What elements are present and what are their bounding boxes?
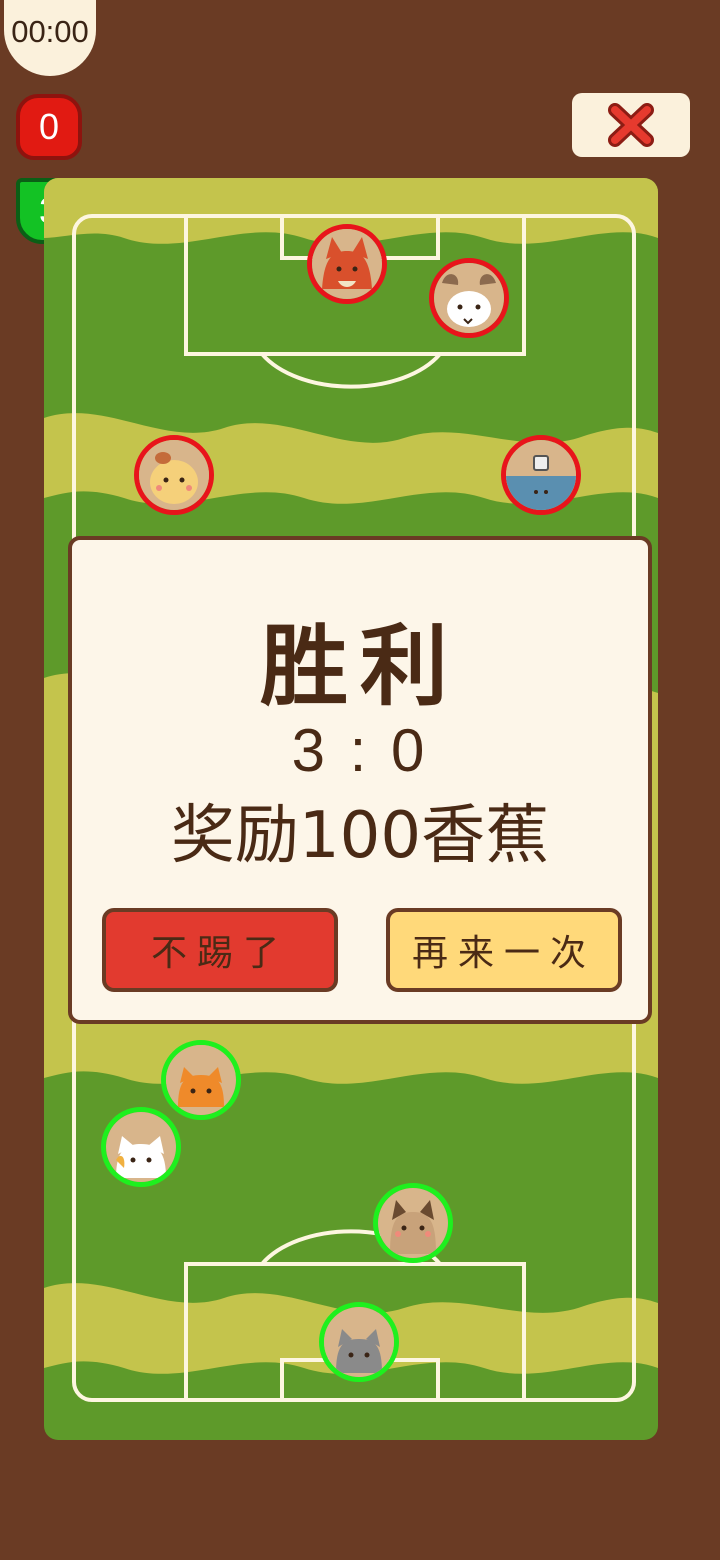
result-dialog: 胜利 3 : 0 奖励100香蕉 不踢了 再来一次 (68, 536, 652, 1024)
play-again-button[interactable]: 再来一次 (386, 908, 622, 992)
final-score: 3 : 0 (291, 717, 429, 784)
red-player-fox[interactable] (307, 224, 387, 304)
red-player-goat[interactable] (429, 258, 509, 338)
green-player-calico-cat[interactable] (101, 1107, 181, 1187)
green-player-orange-cat[interactable] (161, 1040, 241, 1120)
reward-text: 奖励100香蕉 (170, 799, 550, 873)
match-timer: 00:00 (4, 0, 96, 76)
timer-text: 00:00 (11, 14, 89, 49)
red-team-score: 0 (16, 94, 82, 160)
red-player-hamster[interactable] (134, 435, 214, 515)
close-button[interactable] (572, 93, 690, 157)
close-x-icon (608, 103, 654, 147)
result-title: 胜利 (259, 615, 460, 718)
red-player-bear[interactable] (501, 435, 581, 515)
quit-button[interactable]: 不踢了 (102, 908, 338, 992)
green-player-brown-cat[interactable] (373, 1183, 453, 1263)
green-player-gray-cat[interactable] (319, 1302, 399, 1382)
